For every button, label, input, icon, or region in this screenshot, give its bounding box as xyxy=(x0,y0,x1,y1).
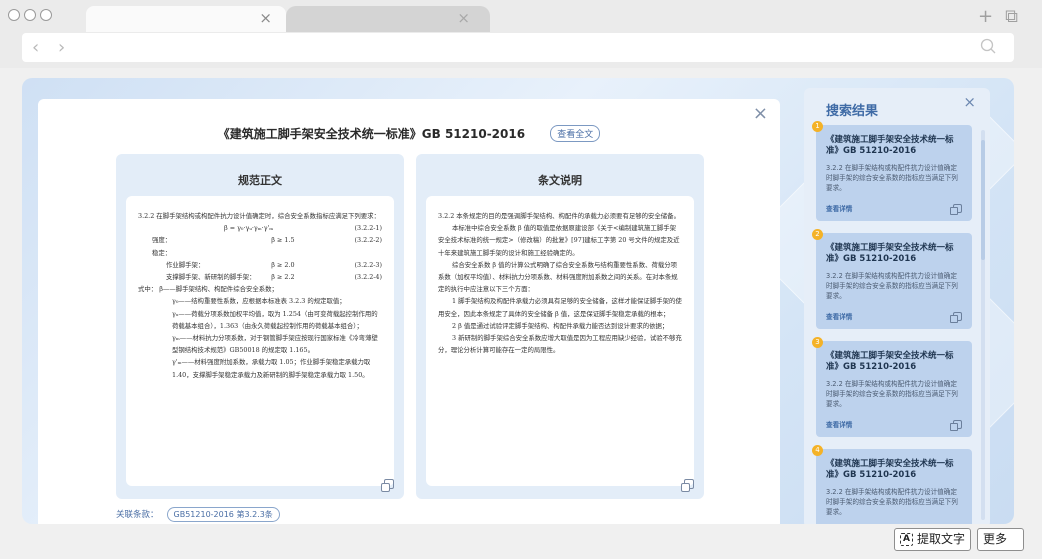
window-controls xyxy=(8,9,52,21)
standard-detail-modal: × 《建筑施工脚手架安全技术统一标准》GB 51210-2016 查看全文 规范… xyxy=(38,99,780,524)
result-card[interactable]: 2 《建筑施工脚手架安全技术统一标准》GB 51210-2016 3.2.2 在… xyxy=(812,229,972,329)
page-viewport: × 《建筑施工脚手架安全技术统一标准》GB 51210-2016 查看全文 规范… xyxy=(22,78,1014,524)
restore-window-icon[interactable]: ⧉ xyxy=(1005,6,1018,27)
more-button[interactable]: 更多 ⌄ xyxy=(977,528,1024,559)
result-number-badge: 4 xyxy=(812,445,823,456)
browser-tab-active[interactable]: × xyxy=(86,6,286,32)
doc-eq-no: (3.2.2-3) xyxy=(354,260,382,269)
doc-line: 1 脚手架结构及构配件承载力必须具有足够的安全储备，这样才能保证脚手架的使用安全… xyxy=(438,297,682,318)
doc-eq-no: (3.2.2-4) xyxy=(354,273,382,282)
result-card[interactable]: 3 《建筑施工脚手架安全技术统一标准》GB 51210-2016 3.2.2 在… xyxy=(812,337,972,437)
result-title: 《建筑施工脚手架安全技术统一标准》GB 51210-2016 xyxy=(826,243,954,264)
result-desc: 3.2.2 在脚手架结构或构配件抗力设计值确定时脚手架的综合安全系数的指标应当满… xyxy=(826,488,958,516)
panel-heading: 条文说明 xyxy=(538,174,582,187)
result-title: 《建筑施工脚手架安全技术统一标准》GB 51210-2016 xyxy=(826,135,954,156)
result-number-badge: 3 xyxy=(812,337,823,348)
view-details-link[interactable]: 查看详情 xyxy=(826,203,852,213)
result-desc: 3.2.2 在脚手架结构或构配件抗力设计值确定时脚手架的综合安全系数的指标应当满… xyxy=(826,272,958,300)
doc-line: 3.2.2 本条规定的目的是强调脚手架结构、构配件的承载力必须要有足够的安全储备… xyxy=(438,212,680,220)
related-clauses: 关联条款： GB51210-2016 第3.2.3条 xyxy=(116,507,280,522)
browser-chrome: × × + ⧉ ‹ › xyxy=(0,0,1042,68)
related-clause-chip[interactable]: GB51210-2016 第3.2.3条 xyxy=(166,507,280,522)
doc-line: 作业脚手架： xyxy=(166,260,205,269)
explanation-panel: 条文说明 3.2.2 本条规定的目的是强调脚手架结构、构配件的承载力必须要有足够… xyxy=(416,154,704,499)
doc-line: 稳定： xyxy=(152,248,172,257)
result-title: 《建筑施工脚手架安全技术统一标准》GB 51210-2016 xyxy=(826,351,954,372)
doc-formula: β ≥ 2.0 xyxy=(271,260,295,269)
forward-arrow-icon[interactable]: › xyxy=(58,37,65,58)
results-title: 搜索结果 xyxy=(826,104,879,119)
close-window-dot[interactable] xyxy=(8,9,20,21)
search-icon[interactable] xyxy=(980,38,996,54)
doc-line: 3 新研制的脚手架综合安全系数应增大取值是因为工程应用缺少经验，试验不够充分，理… xyxy=(438,334,682,355)
doc-line: 强度： xyxy=(152,236,172,245)
doc-eq-no: (3.2.2-2) xyxy=(354,236,382,245)
doc-formula: β = γ₀·γᵤ·γₘ·γ'ₘ xyxy=(224,224,274,233)
close-tab-icon[interactable]: × xyxy=(259,10,272,26)
doc-line: 式中： β——脚手架结构、构配件综合安全系数； xyxy=(138,285,278,294)
extract-text-label: 提取文字 xyxy=(917,532,966,546)
result-card[interactable]: 4 《建筑施工脚手架安全技术统一标准》GB 51210-2016 3.2.2 在… xyxy=(812,445,972,524)
doc-line: 3.2.2 在脚手架结构或构配件抗力设计值确定时，综合安全系数指标应满足下列要求… xyxy=(138,212,380,220)
doc-line: γₘ——材料抗力分项系数，对于钢管脚手架应按现行国家标准《冷弯薄壁型钢结构技术规… xyxy=(172,334,378,355)
results-close-icon[interactable]: × xyxy=(963,93,976,111)
browser-tab-inactive[interactable]: × xyxy=(286,6,490,32)
doc-formula: β ≥ 1.5 xyxy=(271,236,295,245)
more-label: 更多 ⌄ xyxy=(983,532,1008,559)
result-desc: 3.2.2 在脚手架结构或构配件抗力设计值确定时脚手架的综合安全系数的指标应当满… xyxy=(826,380,958,408)
view-details-link[interactable]: 查看详情 xyxy=(826,311,852,321)
maximize-window-dot[interactable] xyxy=(40,9,52,21)
new-tab-icon[interactable]: + xyxy=(978,6,993,27)
result-desc: 3.2.2 在脚手架结构或构配件抗力设计值确定时脚手架的综合安全系数的指标应当满… xyxy=(826,164,958,192)
expand-window-icon[interactable] xyxy=(681,479,694,492)
doc-line: 综合安全系数 β 值的计算公式明确了综合安全系数与结构重要性系数、荷载分项系数（… xyxy=(438,260,678,294)
modal-title: 《建筑施工脚手架安全技术统一标准》GB 51210-2016 xyxy=(217,127,526,141)
doc-line: 支撑脚手架、新研制的脚手架： xyxy=(166,273,256,282)
modal-close-icon[interactable]: × xyxy=(753,103,768,124)
spec-text-panel: 规范正文 3.2.2 在脚手架结构或构配件抗力设计值确定时，综合安全系数指标应满… xyxy=(116,154,404,499)
results-scroll-thumb[interactable] xyxy=(981,140,985,260)
copy-icon[interactable] xyxy=(950,204,962,215)
view-full-text-button[interactable]: 查看全文 xyxy=(550,125,601,142)
doc-line: γ₀——结构重要性系数，应根据本标准表 3.2.3 的规定取值； xyxy=(172,297,346,306)
result-number-badge: 1 xyxy=(812,121,823,132)
copy-icon[interactable] xyxy=(950,312,962,323)
close-tab-icon[interactable]: × xyxy=(457,10,470,26)
text-extract-icon: A xyxy=(900,533,913,546)
doc-line: 2 β 值是通过试验评定脚手架结构、构配件承载力能否达到设计要求的依据； xyxy=(452,321,669,330)
view-details-link[interactable]: 查看详情 xyxy=(826,419,852,429)
spec-text-document: 3.2.2 在脚手架结构或构配件抗力设计值确定时，综合安全系数指标应满足下列要求… xyxy=(126,196,394,486)
panel-heading: 规范正文 xyxy=(238,174,282,187)
result-card[interactable]: 1 《建筑施工脚手架安全技术统一标准》GB 51210-2016 3.2.2 在… xyxy=(812,121,972,221)
result-title: 《建筑施工脚手架安全技术统一标准》GB 51210-2016 xyxy=(826,459,954,480)
doc-line: γ'ₘ——材料强度附加系数，承载力取 1.05；作业脚手架稳定承载力取 1.40… xyxy=(172,358,371,379)
doc-line: γᵤ——荷载分项系数加权平均值，取为 1.254（由可变荷载起控制作用的荷载基本… xyxy=(172,309,378,330)
minimize-window-dot[interactable] xyxy=(24,9,36,21)
copy-icon[interactable] xyxy=(950,420,962,431)
doc-line: 本标准中综合安全系数 β 值的取值是依据原建设部《关于<编制建筑施工脚手架安全技… xyxy=(438,224,680,257)
back-arrow-icon[interactable]: ‹ xyxy=(32,37,39,58)
explanation-document: 3.2.2 本条规定的目的是强调脚手架结构、构配件的承载力必须要有足够的安全储备… xyxy=(426,196,694,486)
related-label: 关联条款： xyxy=(116,510,159,520)
address-bar[interactable]: ‹ › xyxy=(22,33,1014,62)
extract-text-button[interactable]: A 提取文字 xyxy=(894,528,971,551)
doc-formula: β ≥ 2.2 xyxy=(271,273,295,282)
expand-window-icon[interactable] xyxy=(381,479,394,492)
search-results-panel: 搜索结果 × 1 《建筑施工脚手架安全技术统一标准》GB 51210-2016 … xyxy=(804,88,990,524)
doc-eq-no: (3.2.2-1) xyxy=(354,224,382,233)
result-number-badge: 2 xyxy=(812,229,823,240)
